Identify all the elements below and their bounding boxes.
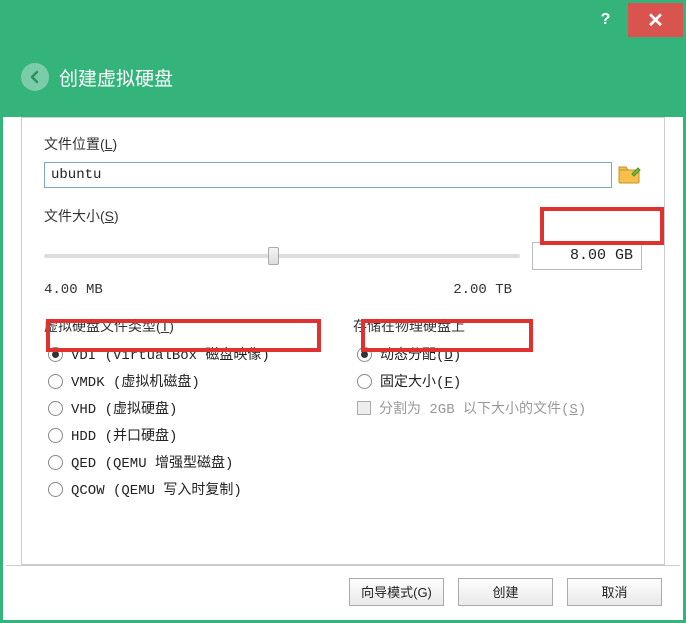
browse-folder-icon[interactable] [618, 164, 642, 186]
dialog-footer: 向导模式(G) 创建 取消 [6, 565, 680, 617]
content-panel: 文件位置(L) 文件大小(S) 8.00 GB 4.00 MB 2.00 TB … [21, 117, 665, 565]
checkbox-icon [357, 401, 371, 415]
radio-vhd[interactable]: VHD (虚拟硬盘) [44, 398, 333, 418]
radio-fixed[interactable]: 固定大小(F) [353, 371, 642, 391]
dialog-window: ? ✕ 创建虚拟硬盘 文件位置(L) 文件大小(S) 8.00 GB 4. [0, 0, 686, 623]
cancel-button[interactable]: 取消 [567, 578, 662, 606]
radio-icon [48, 428, 63, 443]
file-location-label: 文件位置(L) [44, 134, 642, 154]
dialog-title: 创建虚拟硬盘 [59, 64, 173, 91]
guided-mode-button[interactable]: 向导模式(G) [349, 578, 444, 606]
checkbox-split-2gb: 分割为 2GB 以下大小的文件(S) [353, 398, 642, 418]
radio-icon [48, 374, 63, 389]
radio-dynamic[interactable]: 动态分配(D) [353, 344, 642, 364]
radio-icon [48, 401, 63, 416]
size-value-input[interactable]: 8.00 GB [532, 242, 642, 270]
help-button[interactable]: ? [583, 3, 628, 37]
create-button[interactable]: 创建 [458, 578, 553, 606]
radio-vdi[interactable]: VDI (VirtualBox 磁盘映像) [44, 344, 333, 364]
file-type-label: 虚拟硬盘文件类型(T) [44, 316, 333, 336]
close-button[interactable]: ✕ [628, 3, 683, 37]
radio-qcow[interactable]: QCOW (QEMU 写入时复制) [44, 479, 333, 499]
back-icon[interactable] [21, 63, 49, 91]
titlebar: ? ✕ [3, 3, 683, 37]
radio-icon [357, 374, 372, 389]
size-slider[interactable] [44, 254, 520, 258]
size-max-label: 2.00 TB [453, 282, 512, 298]
file-location-input[interactable] [44, 162, 612, 188]
radio-vmdk[interactable]: VMDK (虚拟机磁盘) [44, 371, 333, 391]
slider-thumb-icon[interactable] [268, 247, 279, 265]
dialog-header: 创建虚拟硬盘 [3, 37, 683, 117]
storage-label: 存储在物理硬盘上 [353, 316, 642, 336]
radio-icon [48, 347, 63, 362]
size-min-label: 4.00 MB [44, 282, 103, 298]
radio-hdd[interactable]: HDD (并口硬盘) [44, 425, 333, 445]
file-size-label: 文件大小(S) [44, 206, 642, 226]
radio-icon [48, 455, 63, 470]
radio-qed[interactable]: QED (QEMU 增强型磁盘) [44, 452, 333, 472]
radio-icon [357, 347, 372, 362]
radio-icon [48, 482, 63, 497]
